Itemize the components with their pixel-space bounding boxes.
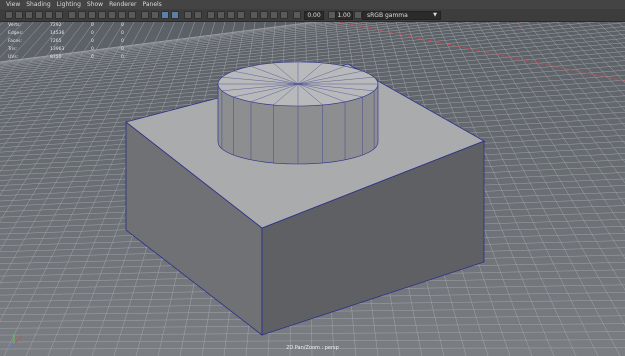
select-camera-icon[interactable]	[5, 11, 13, 19]
hud-value: 14536	[50, 31, 65, 36]
color-management-icon[interactable]	[354, 11, 362, 19]
anti-aliasing-icon[interactable]	[227, 11, 235, 19]
menu-view[interactable]: View	[6, 0, 20, 9]
shadows-icon[interactable]	[194, 11, 202, 19]
two-d-pan-zoom-icon[interactable]	[45, 11, 53, 19]
isolate-select-icon[interactable]	[250, 11, 258, 19]
menu-shading[interactable]: Shading	[26, 0, 50, 9]
hud-value: 0	[91, 23, 94, 28]
wireframe-on-shaded-icon[interactable]	[161, 11, 169, 19]
hud-value: 0	[121, 39, 124, 44]
field-chart-icon[interactable]	[108, 11, 116, 19]
motion-blur-icon[interactable]	[217, 11, 225, 19]
exposure-icon	[293, 11, 301, 19]
hud-label: Edges:	[8, 31, 24, 36]
hud-value: 0	[91, 39, 94, 44]
hud-value: 8750	[50, 55, 62, 60]
gate-mask-icon[interactable]	[98, 11, 106, 19]
hud-value: 0	[91, 55, 94, 60]
hud-value: 0	[91, 47, 94, 52]
grease-pencil-icon[interactable]	[55, 11, 63, 19]
viewport-menu-bar: View Shading Lighting Show Renderer Pane…	[0, 0, 625, 9]
film-gate-icon[interactable]	[78, 11, 86, 19]
hud-value: 13963	[50, 47, 65, 52]
safe-action-icon[interactable]	[118, 11, 126, 19]
wireframe-icon[interactable]	[141, 11, 149, 19]
color-space-dropdown[interactable]: sRGB gamma ▼	[362, 11, 441, 20]
xray-components-icon[interactable]	[280, 11, 288, 19]
hud-value: 0	[91, 31, 94, 36]
safe-title-icon[interactable]	[128, 11, 136, 19]
cylinder-mesh[interactable]	[217, 61, 379, 165]
hud-value: 0	[121, 23, 124, 28]
hud-label: UVs:	[8, 55, 19, 60]
hud-value: 0	[121, 31, 124, 36]
exposure-field[interactable]: 0.00	[304, 11, 324, 20]
screen-space-ao-icon[interactable]	[207, 11, 215, 19]
menu-show[interactable]: Show	[87, 0, 103, 9]
use-all-lights-icon[interactable]	[184, 11, 192, 19]
camera-attributes-icon[interactable]	[15, 11, 23, 19]
hud-value: 7265	[50, 39, 62, 44]
image-plane-icon[interactable]	[35, 11, 43, 19]
smooth-shade-icon[interactable]	[151, 11, 159, 19]
hud-value: 7292	[50, 23, 62, 28]
depth-of-field-icon[interactable]	[237, 11, 245, 19]
menu-panels[interactable]: Panels	[142, 0, 161, 9]
menu-lighting[interactable]: Lighting	[57, 0, 81, 9]
grid-icon[interactable]	[68, 11, 76, 19]
menu-renderer[interactable]: Renderer	[109, 0, 136, 9]
gamma-field[interactable]: 1.00	[335, 11, 353, 20]
resolution-gate-icon[interactable]	[88, 11, 96, 19]
xray-icon[interactable]	[260, 11, 268, 19]
camera-name-label: 2D Pan/Zoom : persp	[286, 345, 339, 351]
bookmark-icon[interactable]	[25, 11, 33, 19]
hud-label: Faces:	[8, 39, 23, 44]
chevron-down-icon: ▼	[433, 12, 437, 18]
xray-joints-icon[interactable]	[270, 11, 278, 19]
viewport-toolbar: 0.00 1.00 sRGB gamma ▼	[0, 9, 625, 22]
hud-label: Tris:	[8, 47, 18, 52]
hud-value: 0	[121, 47, 124, 52]
hud-value: 0	[121, 55, 124, 60]
textured-icon[interactable]	[171, 11, 179, 19]
3d-viewport[interactable]	[0, 22, 625, 356]
color-space-value: sRGB gamma	[367, 12, 408, 19]
hud-label: Verts:	[8, 23, 21, 28]
